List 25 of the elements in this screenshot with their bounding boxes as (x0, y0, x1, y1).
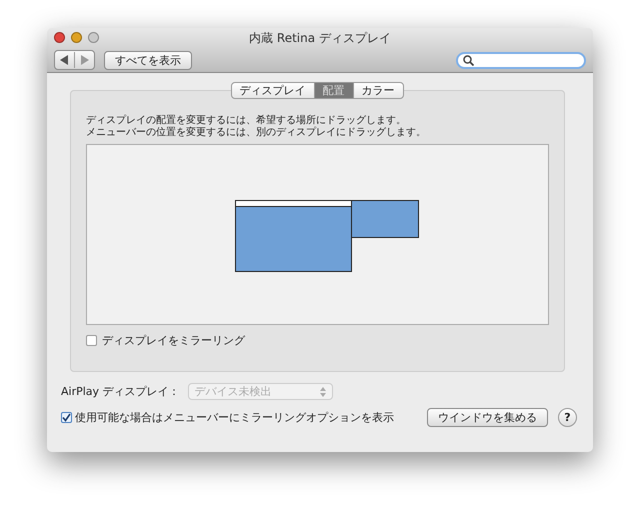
stepper-arrows-icon (320, 386, 326, 396)
show-all-button[interactable]: すべてを表示 (104, 50, 192, 70)
instruction-text: メニューバーの位置を変更するには、別のディスプレイにドラッグします。 (86, 127, 427, 139)
display-rect[interactable] (351, 200, 419, 238)
mirror-checkbox[interactable] (86, 335, 97, 346)
checkmark-icon (62, 413, 71, 422)
back-arrow-icon[interactable] (60, 55, 69, 65)
tab[interactable]: ディスプレイ (230, 82, 314, 99)
forward-arrow-icon[interactable] (80, 55, 89, 65)
back-forward-control[interactable] (54, 50, 95, 70)
window-title: 内蔵 Retina ディスプレイ (249, 30, 391, 46)
mirror-label: ディスプレイをミラーリング (102, 333, 245, 348)
close-icon[interactable] (54, 32, 65, 43)
show-options-label: 使用可能な場合はメニューバーにミラーリングオプションを表示 (75, 410, 394, 425)
search-icon (463, 54, 474, 66)
help-button[interactable]: ? (558, 408, 577, 427)
airplay-label: AirPlay ディスプレイ： (61, 384, 180, 399)
zoom-icon[interactable] (88, 32, 99, 43)
tab[interactable]: カラー (352, 82, 404, 99)
minimize-icon[interactable] (71, 32, 82, 43)
display-rect[interactable] (235, 200, 352, 272)
show-options-checkbox[interactable] (61, 412, 72, 423)
instruction-text: ディスプレイの配置を変更するには、希望する場所にドラッグします。 (86, 115, 407, 126)
gather-windows-button[interactable]: ウインドウを集める (427, 408, 548, 427)
search-field[interactable] (456, 52, 586, 68)
